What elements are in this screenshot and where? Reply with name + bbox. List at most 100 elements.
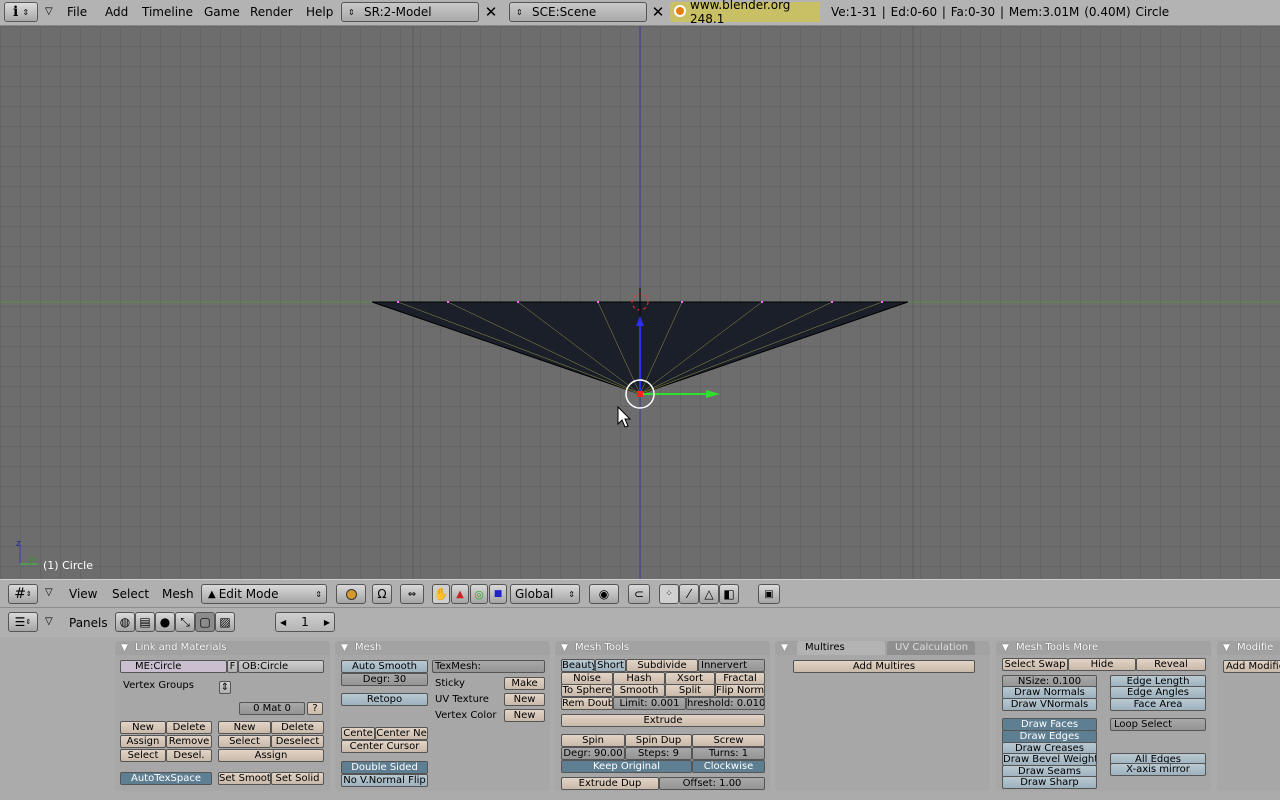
- split-button[interactable]: Split: [665, 684, 715, 697]
- extrude-dup-button[interactable]: Extrude Dup: [561, 777, 659, 790]
- 3d-viewport[interactable]: z y (1) Circle: [0, 26, 1280, 579]
- translate-button[interactable]: ▲: [451, 584, 469, 604]
- flip-normals-button[interactable]: Flip Norma: [715, 684, 765, 697]
- steps-field[interactable]: Steps: 9: [625, 747, 692, 760]
- face-select-button[interactable]: △: [699, 584, 719, 604]
- x-axis-mirror-toggle[interactable]: X-axis mirror: [1110, 763, 1206, 776]
- autotexspace-toggle[interactable]: AutoTexSpace: [120, 772, 212, 785]
- no-vnormal-flip-toggle[interactable]: No V.Normal Flip: [341, 774, 428, 787]
- to-sphere-button[interactable]: To Sphere: [561, 684, 613, 697]
- transform-widget-toggle[interactable]: ⇔: [400, 584, 424, 604]
- occlude-button[interactable]: ◧: [719, 584, 739, 604]
- uv-texture-new-button[interactable]: New: [504, 693, 545, 706]
- limit-field[interactable]: Limit: 0.001: [613, 697, 686, 710]
- menu-file[interactable]: File: [67, 5, 87, 19]
- double-sided-toggle[interactable]: Double Sided: [341, 761, 428, 774]
- sticky-make-button[interactable]: Make: [504, 677, 545, 690]
- scene-context-button[interactable]: ▨: [215, 612, 235, 632]
- set-smooth-button[interactable]: Set Smoot: [218, 772, 271, 785]
- editing-context-button[interactable]: ▢: [195, 612, 215, 632]
- vgroup-new-button[interactable]: New: [120, 721, 166, 734]
- vertex-color-new-button[interactable]: New: [504, 709, 545, 722]
- vgroup-delete-button[interactable]: Delete: [166, 721, 212, 734]
- innervert-menu[interactable]: Innervert: [698, 659, 765, 672]
- remove-doubles-button[interactable]: Rem Doub: [561, 697, 613, 710]
- face-area-toggle[interactable]: Face Area: [1110, 698, 1206, 711]
- menu-view[interactable]: View: [69, 587, 97, 601]
- render-button[interactable]: ▣: [758, 584, 780, 604]
- object-name-field[interactable]: OB:Circle: [238, 660, 324, 673]
- auto-smooth-degree-field[interactable]: Degr: 30: [341, 673, 428, 686]
- panel-title[interactable]: ▼ Mesh Tools More: [996, 641, 1211, 655]
- offset-field[interactable]: Offset: 1.00: [659, 777, 765, 790]
- draw-type-button[interactable]: [336, 584, 366, 604]
- window-type-button[interactable]: i ⇕: [4, 2, 38, 22]
- clockwise-toggle[interactable]: Clockwise: [692, 760, 765, 773]
- hide-button[interactable]: Hide: [1068, 658, 1136, 671]
- loop-select-menu[interactable]: Loop Select: [1110, 718, 1206, 731]
- shading-context-button[interactable]: ●: [155, 612, 175, 632]
- retopo-toggle[interactable]: Retopo: [341, 693, 428, 706]
- snap-button[interactable]: ⊂: [628, 584, 650, 604]
- vgroup-select-button[interactable]: Select: [120, 749, 166, 762]
- beauty-toggle[interactable]: Beauty: [561, 659, 595, 672]
- vertex-groups-menu[interactable]: ⇕: [219, 681, 231, 694]
- screen-selector[interactable]: ⇕ SR:2-Model: [341, 2, 479, 22]
- scene-selector[interactable]: ⇕ SCE:Scene: [509, 2, 647, 22]
- centre-button[interactable]: Cente: [341, 727, 375, 740]
- collapse-menu-icon[interactable]: ▽: [45, 616, 53, 627]
- collapse-menu-icon[interactable]: ▽: [45, 6, 53, 17]
- object-context-button[interactable]: ⤡: [175, 612, 195, 632]
- panel-title[interactable]: ▼ Modifie: [1217, 641, 1280, 655]
- menu-game[interactable]: Game: [204, 5, 240, 19]
- material-assign-button[interactable]: Assign: [218, 749, 324, 762]
- extrude-button[interactable]: Extrude: [561, 714, 765, 727]
- mode-selector[interactable]: ▲ Edit Mode ⇕: [201, 584, 327, 604]
- delete-screen-icon[interactable]: ✕: [481, 2, 501, 22]
- material-new-button[interactable]: New: [218, 721, 271, 734]
- material-deselect-button[interactable]: Deselect: [271, 735, 324, 748]
- menu-add[interactable]: Add: [105, 5, 128, 19]
- subdivide-button[interactable]: Subdivide: [626, 659, 698, 672]
- pivot-button[interactable]: Ω: [372, 584, 392, 604]
- centre-new-button[interactable]: Center Ne: [375, 727, 428, 740]
- set-solid-button[interactable]: Set Solid: [271, 772, 324, 785]
- edge-select-button[interactable]: ⁄: [679, 584, 699, 604]
- vgroup-remove-button[interactable]: Remove: [166, 735, 212, 748]
- orientation-selector[interactable]: Global ⇕: [510, 584, 580, 604]
- add-multires-button[interactable]: Add Multires: [793, 660, 975, 673]
- delete-scene-icon[interactable]: ✕: [648, 2, 668, 22]
- proportional-edit-button[interactable]: ◉: [589, 584, 619, 604]
- spin-degree-field[interactable]: Degr: 90.00: [561, 747, 625, 760]
- script-context-button[interactable]: ▤: [135, 612, 155, 632]
- fake-user-button[interactable]: F: [227, 660, 238, 673]
- mesh-name-field[interactable]: ME:Circle: [120, 660, 227, 673]
- short-toggle[interactable]: Short: [595, 659, 626, 672]
- auto-smooth-toggle[interactable]: Auto Smooth: [341, 660, 428, 673]
- screw-button[interactable]: Screw: [692, 734, 765, 747]
- menu-render[interactable]: Render: [250, 5, 293, 19]
- spin-dup-button[interactable]: Spin Dup: [625, 734, 692, 747]
- editor-type-button[interactable]: # ⇕: [8, 584, 38, 604]
- editor-type-button[interactable]: ☰ ⇕: [8, 612, 38, 632]
- spin-button[interactable]: Spin: [561, 734, 625, 747]
- rotate-button[interactable]: ◎: [470, 584, 488, 604]
- centre-cursor-button[interactable]: Center Cursor: [341, 740, 428, 753]
- turns-field[interactable]: Turns: 1: [692, 747, 765, 760]
- select-swap-button[interactable]: Select Swap: [1002, 658, 1068, 671]
- menu-mesh[interactable]: Mesh: [162, 587, 194, 601]
- threshold-field[interactable]: hreshold: 0.010: [686, 697, 765, 710]
- material-index-field[interactable]: 0 Mat 0: [239, 702, 305, 715]
- texmesh-field[interactable]: TexMesh:: [432, 660, 545, 673]
- logic-context-button[interactable]: ◍: [115, 612, 135, 632]
- vertex-select-button[interactable]: ⁘: [659, 584, 679, 604]
- smooth-button[interactable]: Smooth: [613, 684, 665, 697]
- reveal-button[interactable]: Reveal: [1136, 658, 1206, 671]
- add-modifier-button[interactable]: Add Modifie: [1223, 660, 1280, 673]
- frame-field[interactable]: ◀ 1 ▶: [275, 612, 335, 632]
- collapse-menu-icon[interactable]: ▽: [45, 587, 53, 598]
- multires-tab[interactable]: Multires: [797, 641, 885, 655]
- menu-help[interactable]: Help: [306, 5, 333, 19]
- material-select-button[interactable]: Select: [218, 735, 271, 748]
- panel-title[interactable]: ▼ Link and Materials: [115, 641, 330, 655]
